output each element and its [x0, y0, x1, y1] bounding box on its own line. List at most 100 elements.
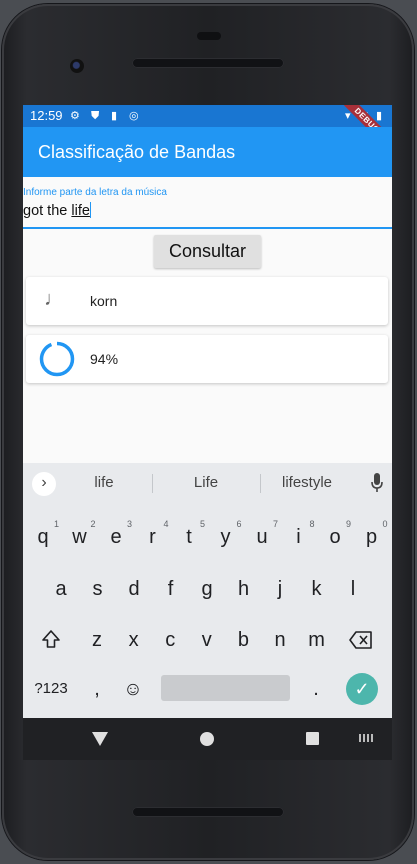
key-label: u [256, 526, 268, 548]
suggestion-1[interactable]: life [54, 474, 154, 491]
microphone-icon[interactable] [370, 472, 384, 494]
key-c[interactable]: c [152, 618, 188, 658]
key-x[interactable]: x [116, 618, 152, 658]
shield-icon: ⛊ [91, 110, 100, 122]
key-number-hint: 0 [382, 519, 388, 529]
checkmark-icon: ✓ [354, 679, 370, 699]
lyrics-input[interactable]: Informe parte da letra da música got the… [23, 179, 392, 229]
period-key[interactable]: . [298, 667, 334, 707]
sync-icon: ◎ [129, 110, 139, 122]
key-g[interactable]: g [189, 567, 225, 607]
key-label: c [165, 629, 176, 651]
key-label: a [55, 578, 67, 600]
app-title: Classificação de Bandas [38, 142, 236, 162]
key-i[interactable]: i8 [281, 515, 317, 555]
key-z[interactable]: z [79, 618, 115, 658]
lyrics-input-value[interactable]: got the life [23, 202, 91, 219]
chevron-right-icon[interactable]: › [32, 472, 56, 496]
text-caret [89, 202, 91, 218]
key-label: m [308, 629, 325, 651]
navigation-bar [23, 718, 392, 760]
emoji-key[interactable]: ☺ [115, 667, 151, 707]
key-v[interactable]: v [189, 618, 225, 658]
key-label: j [277, 578, 283, 600]
key-s[interactable]: s [80, 567, 116, 607]
key-label: q [37, 526, 49, 548]
key-r[interactable]: r4 [135, 515, 171, 555]
key-number-hint: 4 [163, 519, 169, 529]
shift-icon [42, 630, 60, 648]
key-label: p [365, 526, 378, 548]
space-key[interactable] [161, 675, 290, 701]
key-number-hint: 8 [309, 519, 315, 529]
key-j[interactable]: j [262, 567, 298, 607]
bottom-speaker [132, 807, 284, 817]
key-m[interactable]: m [299, 618, 335, 658]
backspace-key[interactable] [343, 618, 379, 658]
lyrics-input-label: Informe parte da letra da música [23, 187, 167, 198]
key-label: f [167, 578, 174, 600]
key-label: x [128, 629, 139, 651]
keyboard-switch-icon[interactable] [359, 734, 373, 742]
key-f[interactable]: f [153, 567, 189, 607]
key-t[interactable]: t5 [171, 515, 207, 555]
consultar-button[interactable]: Consultar [154, 235, 261, 268]
key-label: t [186, 526, 192, 548]
key-number-hint: 1 [53, 519, 59, 529]
back-icon[interactable] [92, 732, 108, 746]
key-d[interactable]: d [116, 567, 152, 607]
key-label: n [274, 629, 286, 651]
suggestion-divider [152, 474, 153, 493]
key-q[interactable]: q1 [25, 515, 61, 555]
key-label: y [220, 526, 231, 548]
key-o[interactable]: o9 [317, 515, 353, 555]
key-h[interactable]: h [226, 567, 262, 607]
status-bar: 12:59 ⚙ ⛊ ▮ ◎ ▾ ◢ ▮ DEBUG [23, 105, 392, 157]
key-number-hint: 3 [126, 519, 132, 529]
key-u[interactable]: u7 [244, 515, 280, 555]
key-label: g [201, 578, 213, 600]
key-b[interactable]: b [225, 618, 261, 658]
key-label: h [237, 578, 250, 600]
key-k[interactable]: k [299, 567, 335, 607]
status-time: 12:59 [30, 108, 63, 123]
battery-icon: ▮ [376, 110, 383, 122]
key-label: s [92, 578, 103, 600]
key-label: b [237, 629, 249, 651]
comma-key[interactable]: , [79, 667, 115, 707]
result-card-band: ♩ korn [26, 277, 388, 325]
key-p[interactable]: p0 [354, 515, 390, 555]
result-card-score: 94% [26, 335, 388, 383]
key-n[interactable]: n [262, 618, 298, 658]
key-number-hint: 2 [90, 519, 96, 529]
symbols-key[interactable]: ?123 [29, 667, 73, 707]
key-label: k [311, 578, 322, 600]
key-label: v [201, 629, 212, 651]
home-icon[interactable] [200, 732, 214, 746]
key-label: d [128, 578, 140, 600]
key-label: r [149, 526, 156, 548]
key-number-hint: 6 [236, 519, 242, 529]
composing-word: life [71, 203, 90, 219]
key-a[interactable]: a [43, 567, 79, 607]
backspace-icon [349, 631, 372, 649]
key-number-hint: 5 [199, 519, 205, 529]
key-e[interactable]: e3 [98, 515, 134, 555]
recents-icon[interactable] [306, 732, 319, 745]
proximity-sensor [197, 32, 221, 40]
enter-key[interactable]: ✓ [346, 673, 378, 705]
suggestion-2[interactable]: Life [156, 474, 256, 491]
key-label: l [350, 578, 356, 600]
key-number-hint: 7 [272, 519, 278, 529]
band-name: korn [90, 293, 118, 309]
key-l[interactable]: l [335, 567, 371, 607]
suggestion-3[interactable]: lifestyle [257, 474, 357, 491]
key-w[interactable]: w2 [62, 515, 98, 555]
top-speaker [132, 58, 284, 68]
sd-card-icon: ▮ [111, 110, 118, 122]
score-percentage: 94% [90, 351, 119, 367]
shift-key[interactable] [33, 618, 69, 658]
suggestion-strip: › life Life lifestyle [23, 463, 392, 503]
input-underline [23, 227, 392, 229]
key-y[interactable]: y6 [208, 515, 244, 555]
